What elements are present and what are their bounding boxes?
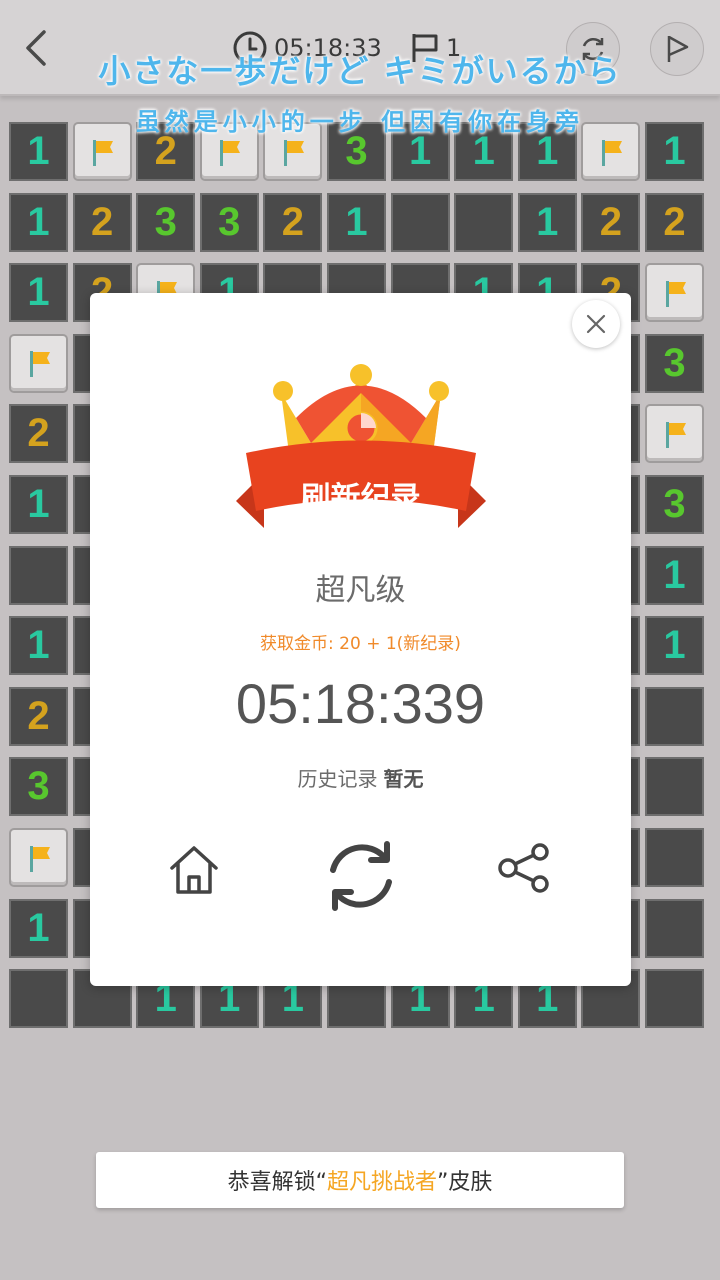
board-cell-number[interactable]: 2 <box>9 404 68 464</box>
board-cell-flagged[interactable] <box>9 828 68 887</box>
board-cell-number[interactable]: 3 <box>645 475 704 534</box>
lyric-line-japanese: 小さな一歩だけど キミがいるから <box>98 52 622 90</box>
share-icon <box>498 843 549 893</box>
flag-icon <box>29 845 50 872</box>
unlock-toast: 恭喜解锁“ 超凡挑战者 ”皮肤 <box>96 1152 624 1208</box>
difficulty-level: 超凡级 <box>315 573 406 608</box>
board-cell-number[interactable]: 2 <box>263 192 323 252</box>
board-cell[interactable] <box>9 545 68 605</box>
toast-prefix: 恭喜解锁“ <box>227 1170 327 1195</box>
board-cell[interactable] <box>645 969 704 1029</box>
flag-icon <box>665 280 686 307</box>
board-cell-number[interactable]: 1 <box>9 192 68 252</box>
flag-icon <box>601 139 622 166</box>
board-cell[interactable] <box>9 969 68 1029</box>
board-cell-number[interactable]: 1 <box>9 263 68 323</box>
lyric-line-chinese: 虽然是小小的一步 但因有你在身旁 <box>135 108 585 136</box>
board-cell-number[interactable]: 2 <box>645 192 704 252</box>
board-cell-number[interactable]: 1 <box>517 192 577 252</box>
toast-suffix: ”皮肤 <box>437 1170 493 1195</box>
history-record: 历史记录 暂无 <box>90 763 631 792</box>
board-cell-flagged[interactable] <box>9 333 68 393</box>
close-icon <box>586 314 606 334</box>
board-cell-number[interactable]: 1 <box>645 545 704 605</box>
flag-icon <box>283 139 304 166</box>
result-time: 05:18:339 <box>235 672 486 735</box>
board-cell-number[interactable]: 2 <box>581 192 641 252</box>
close-button[interactable] <box>572 300 620 348</box>
coins-earned: 获取金币: 20 + 1(新纪录) <box>260 634 461 654</box>
board-cell[interactable] <box>390 192 450 252</box>
history-value: 暂无 <box>383 767 424 791</box>
board-cell-number[interactable]: 3 <box>645 333 704 393</box>
flag-icon <box>93 139 114 166</box>
board-cell-number[interactable]: 2 <box>72 192 132 252</box>
board-cell-number[interactable]: 3 <box>136 192 196 252</box>
history-label: 历史记录 <box>297 767 378 791</box>
board-cell-number[interactable]: 1 <box>327 192 386 252</box>
share-button[interactable] <box>494 838 554 898</box>
board-cell-flagged[interactable] <box>645 263 704 323</box>
record-dialog: 刷新纪录 超凡级 获取金币: 20 + 1(新纪录) 05:18:339 历史记… <box>90 293 631 986</box>
flag-icon <box>220 139 241 166</box>
record-banner: 刷新纪录 <box>300 481 421 516</box>
board-cell-number[interactable]: 1 <box>645 616 704 676</box>
board-cell[interactable] <box>645 898 704 958</box>
board-cell-flagged[interactable] <box>645 404 704 464</box>
flag-icon <box>29 351 50 378</box>
board-cell-number[interactable]: 1 <box>9 475 68 534</box>
home-icon <box>170 846 218 894</box>
board-cell[interactable] <box>645 828 704 887</box>
board-cell-number[interactable]: 3 <box>9 757 68 817</box>
board-cell-number[interactable]: 1 <box>9 616 68 676</box>
board-cell-number[interactable]: 3 <box>199 192 259 252</box>
board-cell-number[interactable]: 2 <box>9 686 68 746</box>
replay-button[interactable] <box>316 831 406 921</box>
board-cell[interactable] <box>645 686 704 746</box>
board-cell[interactable] <box>454 192 514 252</box>
board-cell-number[interactable]: 1 <box>9 898 68 958</box>
home-button[interactable] <box>162 838 226 902</box>
toast-skin-name: 超凡挑战者 <box>326 1170 437 1195</box>
flag-icon <box>665 421 686 448</box>
refresh-icon <box>330 841 392 911</box>
board-cell[interactable] <box>645 757 704 817</box>
